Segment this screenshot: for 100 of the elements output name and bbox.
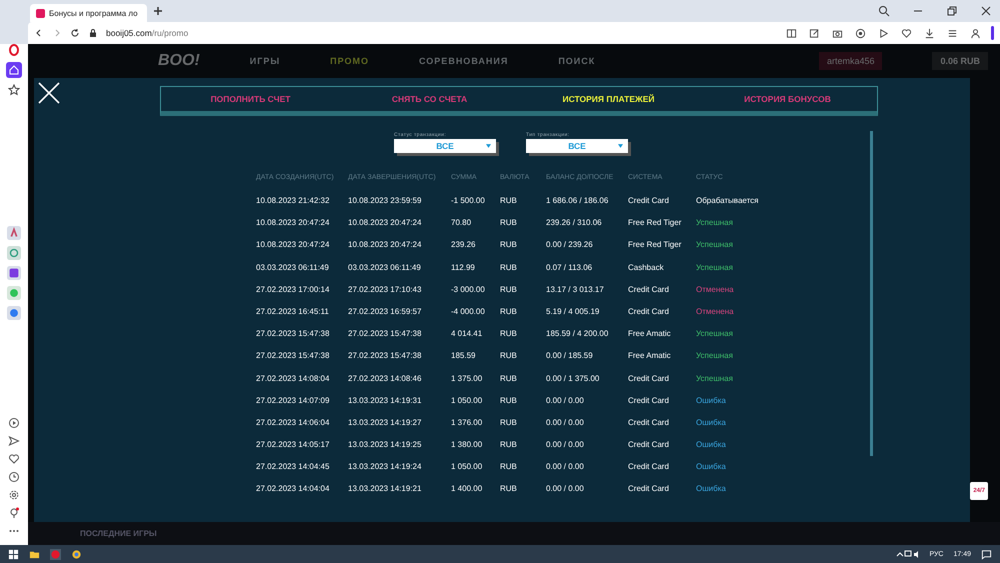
table-cell-text: 10.08.2023 20:47:24 — [256, 217, 330, 230]
table-cell-text: 27.02.2023 14:07:09 — [256, 394, 330, 407]
table-cell-text: 185.59 — [451, 350, 476, 362]
table-cell-text: 112.99 — [451, 262, 476, 274]
table-cell-text: Cashback — [628, 262, 665, 274]
record-icon[interactable] — [855, 28, 866, 38]
send-icon[interactable] — [8, 435, 20, 447]
profile-icon[interactable] — [970, 28, 981, 38]
home-icon[interactable] — [6, 62, 22, 78]
nav-link[interactable]: ИГРЫ — [250, 56, 280, 66]
tab[interactable]: ИСТОРИЯ БОНУСОВ — [698, 87, 877, 111]
sidebar-toggle[interactable] — [991, 26, 994, 40]
heart-icon[interactable] — [901, 28, 912, 38]
opera-logo-icon[interactable] — [8, 44, 20, 56]
status-cell-text: Отменена — [696, 284, 735, 296]
table-cell-text: RUB — [500, 350, 518, 362]
status-cell-text: Успешная — [696, 262, 734, 274]
search-icon[interactable] — [878, 5, 890, 17]
table-cell-text: RUB — [500, 439, 518, 452]
table-cell-text: RUB — [500, 239, 518, 252]
nav-link[interactable]: СОРЕВНОВАНИЯ — [419, 56, 508, 66]
table-cell-text: 27.02.2023 15:47:38 — [348, 328, 422, 340]
nav-link[interactable]: ПРОМО — [330, 56, 370, 66]
close-icon[interactable] — [980, 5, 992, 17]
table-cell-text: Free Red Tiger — [628, 239, 682, 252]
table-cell-text: 27.02.2023 15:47:38 — [256, 328, 330, 340]
site-logo[interactable]: BOO! — [158, 52, 200, 70]
table-cell-text: Credit Card — [628, 394, 670, 407]
play-icon[interactable] — [878, 28, 889, 38]
table-cell-text: 27.02.2023 14:08:04 — [256, 372, 330, 384]
filter-dropdown[interactable]: ВСЕ — [394, 139, 496, 153]
table-cell-text: 1 686.06 / 186.06 — [546, 195, 610, 207]
tab[interactable]: ПОПОЛНИТЬ СЧЕТ — [161, 87, 340, 111]
download-icon[interactable] — [924, 28, 935, 38]
table-cell-text: RUB — [500, 306, 518, 318]
browser-tab[interactable]: Бонусы и программа ло — [30, 4, 147, 22]
app-icon[interactable] — [7, 226, 21, 240]
tray-icon[interactable] — [895, 549, 920, 559]
balance-button[interactable]: 0.06 RUB — [932, 52, 988, 70]
status-cell-text: Ошибка — [696, 416, 727, 429]
heart-icon[interactable] — [8, 453, 20, 465]
username[interactable]: artemka456 — [818, 52, 882, 70]
table-cell-text: 185.59 / 4 200.00 — [546, 328, 610, 340]
restore-icon[interactable] — [946, 5, 958, 17]
table-cell-text: Credit Card — [628, 483, 670, 496]
status-cell-text: Успешная — [696, 350, 734, 362]
history-icon[interactable] — [8, 471, 20, 483]
table-cell-text: 0.00 / 0.00 — [546, 483, 585, 496]
table-cell-text: 10.08.2023 20:47:24 — [348, 217, 422, 230]
site-favicon-icon — [36, 8, 45, 18]
table-cell-text: 0.00 / 0.00 — [546, 461, 585, 474]
url-field[interactable]: booij05.com/ru/promo — [106, 28, 188, 38]
star-icon[interactable] — [8, 84, 20, 96]
table-cell-text: 10.08.2023 20:47:24 — [348, 239, 422, 252]
player-icon[interactable] — [8, 417, 20, 429]
reload-icon[interactable] — [70, 28, 80, 38]
table-cell-text: Credit Card — [628, 439, 670, 452]
table-cell-text: Free Amatic — [628, 328, 672, 340]
recent-games-tab[interactable]: ПОСЛЕДНИЕ ИГРЫ — [68, 525, 169, 542]
table-cell-text: 70.80 — [451, 217, 472, 230]
table-cell-text: 27.02.2023 16:59:57 — [348, 306, 422, 318]
edit-icon[interactable] — [809, 28, 820, 38]
table-cell-text: Credit Card — [628, 461, 670, 474]
table-cell-text: 4 014.41 — [451, 328, 484, 340]
table-cell-text: Free Amatic — [628, 350, 672, 362]
app-icon[interactable] — [7, 266, 21, 280]
table-cell-text: RUB — [500, 262, 518, 274]
table-cell-text: RUB — [500, 328, 518, 340]
start-icon[interactable] — [8, 548, 19, 560]
status-cell-text: Успешная — [696, 372, 734, 384]
tab[interactable]: ИСТОРИЯ ПЛАТЕЖЕЙ — [519, 87, 698, 111]
new-tab-icon[interactable] — [153, 6, 163, 16]
table-cell-text: 27.02.2023 14:04:45 — [256, 461, 330, 474]
table-cell-text: 27.02.2023 17:00:14 — [256, 284, 330, 296]
table-cell-text: 27.02.2023 15:47:38 — [348, 350, 422, 362]
table-cell-text: RUB — [500, 195, 518, 207]
reader-icon[interactable] — [786, 28, 797, 38]
table-cell-text: 27.02.2023 14:05:17 — [256, 439, 330, 452]
table-cell-text: 1 050.00 — [451, 461, 484, 474]
tab[interactable]: СНЯТЬ СО СЧЕТА — [340, 87, 519, 111]
status-cell-text: Успешная — [696, 328, 734, 340]
table-cell-text: 0.00 / 0.00 — [546, 394, 585, 407]
filter-dropdown[interactable]: ВСЕ — [526, 139, 628, 153]
table-cell-text: Credit Card — [628, 416, 670, 429]
table-cell-text: 27.02.2023 16:45:11 — [256, 306, 330, 318]
chrome-icon[interactable] — [71, 548, 82, 560]
table-cell-text: -4 000.00 — [451, 306, 486, 318]
lock-icon — [88, 28, 98, 38]
table-cell-text: RUB — [500, 217, 518, 230]
notification-icon[interactable] — [981, 548, 992, 560]
caret-icon — [486, 144, 491, 148]
table-cell-text: 0.00 / 1 375.00 — [546, 372, 600, 384]
table-cell-text: 239.26 / 310.06 — [546, 217, 603, 230]
table-cell-text: Free Red Tiger — [628, 217, 682, 230]
table-cell-text: 0.07 / 113.06 — [546, 262, 594, 274]
nav-link[interactable]: ПОИСК — [558, 56, 596, 66]
table-cell-text: RUB — [500, 461, 518, 474]
status-cell-text: Ошибка — [696, 394, 727, 407]
table-cell-text: -3 000.00 — [451, 284, 486, 296]
table-cell-text: RUB — [500, 416, 518, 429]
